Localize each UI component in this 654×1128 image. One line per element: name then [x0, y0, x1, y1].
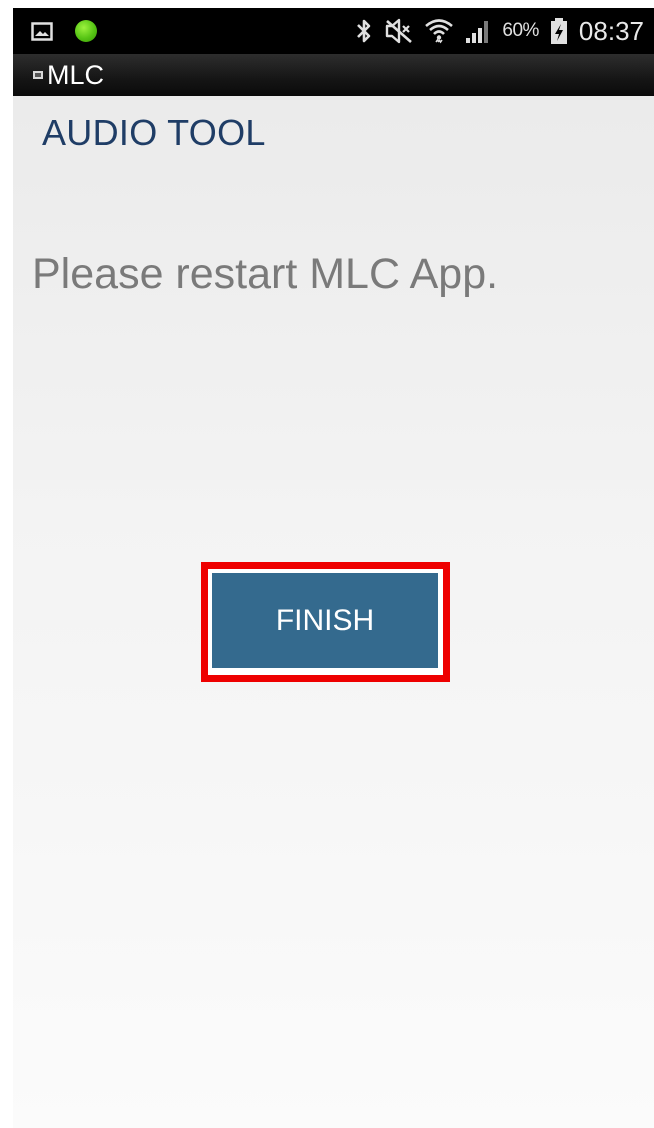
bluetooth-icon [357, 19, 371, 43]
green-notification-dot-icon [75, 20, 97, 42]
restart-message: Please restart MLC App. [32, 250, 499, 298]
status-bar-right: 60% 08:37 [354, 8, 644, 54]
muted-icon [386, 18, 413, 44]
finish-button[interactable]: FINISH [212, 573, 438, 668]
app-icon [33, 71, 43, 79]
app-title: MLC [47, 59, 105, 90]
wifi-icon [425, 19, 454, 44]
clock: 08:37 [578, 15, 644, 46]
battery-charging-icon [550, 18, 567, 44]
app-title-bar: MLC [13, 54, 654, 96]
status-bar: 60% 08:37 [13, 8, 654, 54]
battery-percent: 60% [502, 20, 539, 41]
gallery-icon [31, 21, 53, 41]
signal-icon [466, 21, 489, 43]
status-bar-left [31, 8, 97, 54]
section-title: AUDIO TOOL [42, 112, 266, 153]
